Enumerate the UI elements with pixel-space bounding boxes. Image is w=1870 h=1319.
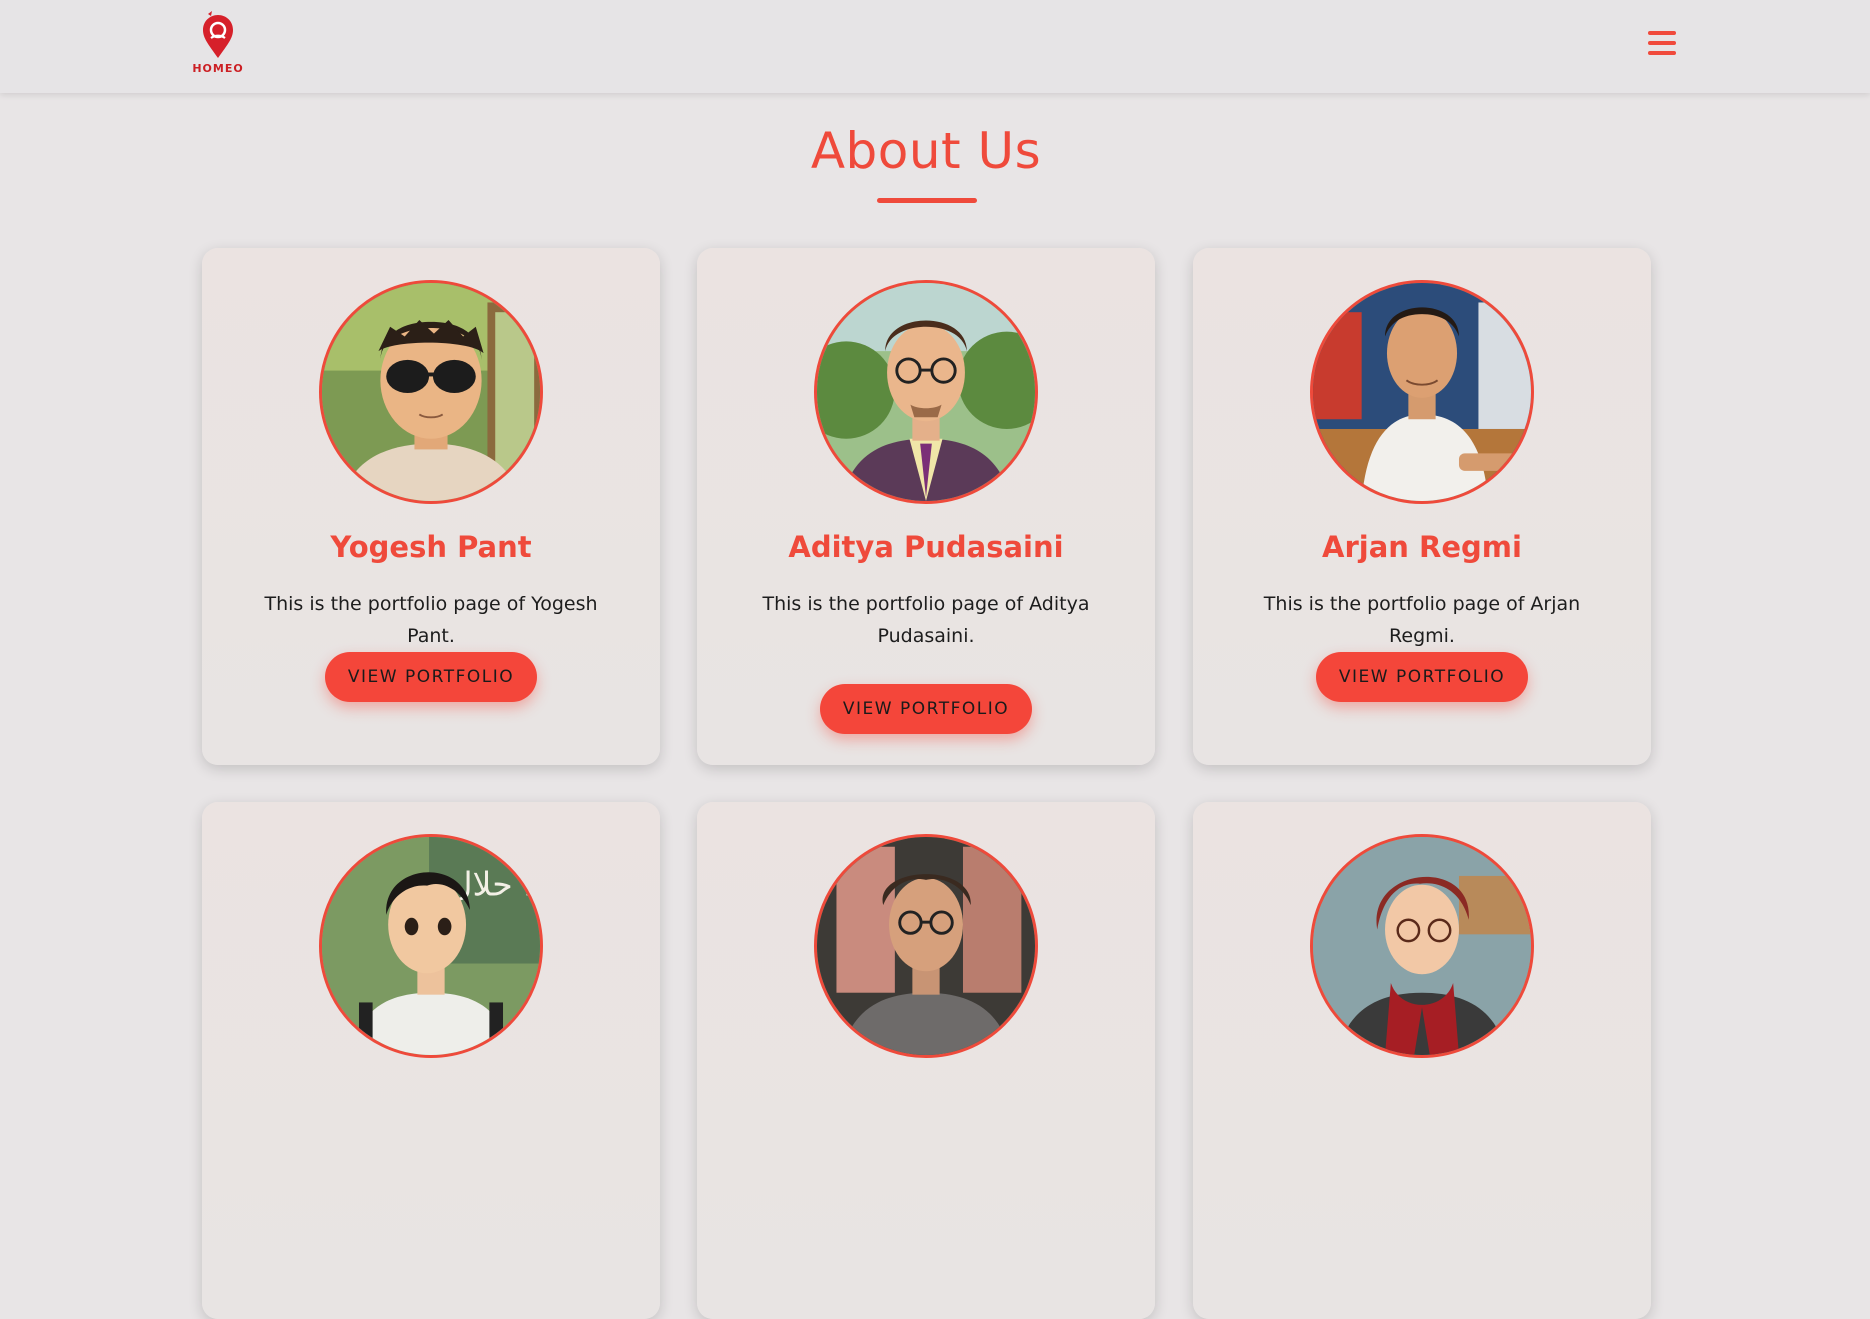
homeo-logo[interactable]: HOMEO <box>190 10 246 76</box>
avatar-member-4: حلال HALAL <box>319 834 543 1058</box>
title-underline <box>877 198 977 203</box>
avatar-illustration <box>817 283 1035 501</box>
card-description: This is the portfolio page of Aditya Pud… <box>762 593 1090 647</box>
card-name: Arjan Regmi <box>1322 530 1522 564</box>
navbar: HOMEO <box>0 0 1870 93</box>
team-card-6 <box>1193 802 1651 1319</box>
avatar-yogesh-pant <box>319 280 543 504</box>
card-name: Yogesh Pant <box>330 530 532 564</box>
card-description: This is the portfolio page of Arjan Regm… <box>1263 593 1581 647</box>
avatar-arjan-regmi <box>1310 280 1534 504</box>
page-title: About Us <box>810 122 1042 180</box>
homeo-logo-icon <box>203 11 233 58</box>
hamburger-menu-button[interactable] <box>1648 29 1678 57</box>
avatar-illustration <box>817 837 1035 1055</box>
hamburger-menu-icon-line <box>1648 51 1676 55</box>
team-card-4: حلال HALAL <box>202 802 660 1319</box>
hamburger-menu-icon-line <box>1648 41 1676 45</box>
team-card-5 <box>697 802 1155 1319</box>
team-card-arjan-regmi: Arjan Regmi This is the portfolio page o… <box>1193 248 1651 765</box>
hamburger-menu-icon-line <box>1648 31 1676 35</box>
view-portfolio-button[interactable]: VIEW PORTFOLIO <box>325 652 537 702</box>
view-portfolio-button[interactable]: VIEW PORTFOLIO <box>820 684 1032 734</box>
avatar-member-5 <box>814 834 1038 1058</box>
avatar-illustration: حلال HALAL <box>322 837 540 1055</box>
logo-text: HOMEO <box>192 62 244 75</box>
team-card-aditya-pudasaini: Aditya Pudasaini This is the portfolio p… <box>697 248 1155 765</box>
card-description: This is the portfolio page of Yogesh Pan… <box>264 593 598 647</box>
team-card-yogesh-pant: Yogesh Pant This is the portfolio page o… <box>202 248 660 765</box>
avatar-illustration <box>1313 283 1531 501</box>
avatar-illustration <box>1313 837 1531 1055</box>
view-portfolio-button[interactable]: VIEW PORTFOLIO <box>1316 652 1528 702</box>
avatar-illustration <box>322 283 540 501</box>
avatar-member-6 <box>1310 834 1534 1058</box>
avatar-aditya-pudasaini <box>814 280 1038 504</box>
card-name: Aditya Pudasaini <box>788 530 1064 564</box>
